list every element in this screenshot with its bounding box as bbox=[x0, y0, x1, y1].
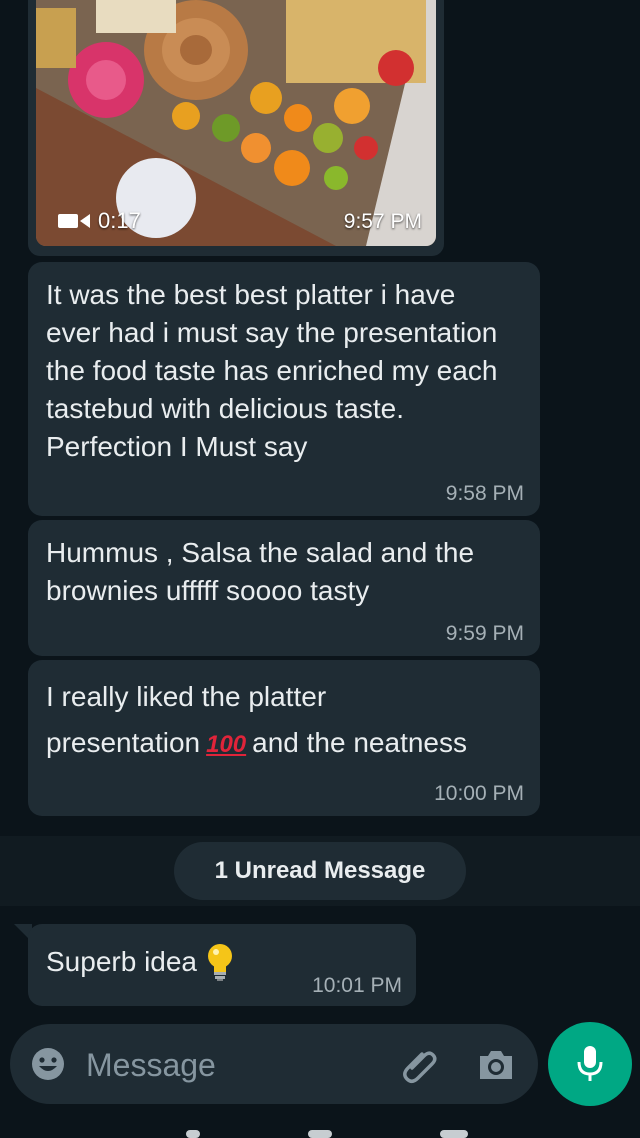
message-timestamp: 9:58 PM bbox=[445, 482, 524, 505]
message-timestamp: 10:01 PM bbox=[312, 974, 402, 997]
message-text: It was the best best platter i have ever… bbox=[46, 279, 498, 462]
video-duration-text: 0:17 bbox=[98, 208, 141, 233]
message-bubble[interactable]: I really liked the platter presentation 1… bbox=[28, 660, 540, 816]
nav-home-icon[interactable] bbox=[308, 1130, 332, 1138]
unread-divider: 1 Unread Message bbox=[174, 842, 466, 900]
message-text: I really liked the platter presentation 1… bbox=[46, 674, 522, 768]
message-timestamp: 10:00 PM bbox=[434, 782, 524, 805]
video-thumbnail[interactable]: 0:17 9:57 PM bbox=[36, 0, 436, 246]
paperclip-icon[interactable] bbox=[400, 1046, 440, 1086]
nav-recents-icon[interactable] bbox=[440, 1130, 468, 1138]
message-text-part2: and the neatness bbox=[252, 727, 467, 758]
message-bubble[interactable]: It was the best best platter i have ever… bbox=[28, 262, 540, 516]
camera-icon[interactable] bbox=[476, 1046, 516, 1084]
message-bubble[interactable]: Hummus , Salsa the salad and the brownie… bbox=[28, 520, 540, 656]
video-message[interactable]: 0:17 9:57 PM bbox=[28, 0, 444, 256]
nav-back-icon[interactable] bbox=[186, 1130, 200, 1138]
message-text-content: Superb idea bbox=[46, 946, 198, 977]
light-bulb-icon bbox=[208, 944, 233, 981]
microphone-button[interactable] bbox=[548, 1022, 632, 1106]
video-timestamp: 9:57 PM bbox=[343, 210, 422, 233]
message-timestamp: 9:59 PM bbox=[445, 622, 524, 645]
video-duration: 0:17 bbox=[58, 208, 141, 234]
message-bubble[interactable]: Superb idea 10:01 PM bbox=[28, 924, 416, 1006]
microphone-icon bbox=[577, 1046, 603, 1081]
video-camera-icon bbox=[58, 214, 90, 228]
message-text: Hummus , Salsa the salad and the brownie… bbox=[46, 537, 475, 606]
message-composer bbox=[10, 1024, 538, 1104]
smiley-icon[interactable] bbox=[30, 1046, 66, 1082]
chat-area: 0:17 9:57 PM It was the best best platte… bbox=[0, 0, 640, 1020]
hundred-points-emoji-icon: 100 bbox=[206, 731, 247, 758]
message-input[interactable] bbox=[84, 1040, 388, 1090]
